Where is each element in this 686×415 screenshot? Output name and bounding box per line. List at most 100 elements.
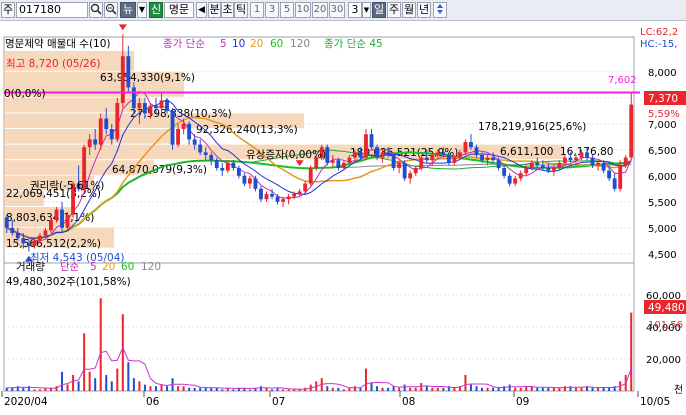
x-axis-label: 06 (146, 396, 160, 408)
candle-body (159, 100, 164, 109)
volume-bar (83, 333, 86, 391)
x-axis-label: 09 (516, 396, 529, 408)
candle-body (446, 155, 451, 163)
candle-body (474, 147, 479, 155)
volume-bar (563, 386, 566, 391)
candle-body (303, 183, 308, 192)
stock-code-input[interactable]: 017180 (16, 2, 88, 18)
volume-bar (287, 389, 290, 391)
current-price-label: 7,602 (608, 75, 637, 86)
magnifier-icon[interactable] (104, 2, 118, 18)
candle-body (203, 152, 208, 155)
current-price-value: 7,370 (648, 93, 678, 105)
rights-annotation: 권리락(-5,61%) (30, 180, 104, 192)
news-button[interactable]: 뉴 (120, 2, 136, 18)
interval-3-button[interactable]: 3 (265, 2, 279, 18)
candle-body (120, 56, 125, 103)
candle-body (358, 152, 363, 158)
volume-bar (630, 312, 633, 391)
volume-bar (105, 375, 108, 391)
interval-30-button[interactable]: 30 (329, 2, 345, 18)
x-axis-label: 2020/04 (4, 396, 48, 408)
updown-arrow-icon[interactable] (433, 2, 447, 18)
candle-body (137, 103, 142, 109)
volume-bar (221, 389, 224, 391)
candle-body (540, 165, 545, 168)
volume-legend-ma-label: 단순 (60, 261, 80, 273)
period-day-button[interactable]: 일 (372, 2, 386, 18)
stock-chart[interactable]: 63,954,330(9,1%)27,598,838(10,3%)92,326,… (0, 21, 686, 412)
volume-bar (193, 387, 196, 391)
volume-bar (182, 386, 185, 391)
interval-10-button[interactable]: 10 (295, 2, 311, 18)
chart-toolbar: 주 017180 뉴 ▼ 신 명문 ◀ 분 초 틱 1 3 5 10 20 30… (0, 0, 686, 21)
volume-bar (353, 386, 356, 391)
volume-bar (61, 371, 64, 391)
volume-bar (436, 387, 439, 391)
candle-body (87, 139, 92, 148)
news-dropdown-icon[interactable]: ▼ (137, 2, 147, 18)
candle-body (491, 157, 496, 161)
volume-bar (420, 383, 423, 391)
search-icon[interactable] (89, 2, 103, 18)
candle-body (607, 170, 612, 179)
volume-bar (376, 386, 379, 391)
period-tick-button[interactable]: 틱 (234, 2, 248, 18)
candle-body (98, 118, 103, 145)
candle-body (402, 162, 407, 179)
price-tick-label: 6,500 (648, 146, 677, 157)
volume-bar (425, 386, 428, 391)
candle-body (386, 152, 391, 155)
candle-body (457, 152, 462, 158)
volume-bar (88, 371, 91, 391)
period-second-button[interactable]: 초 (221, 2, 234, 18)
volume-bar (541, 387, 544, 391)
back-arrow-icon[interactable]: ◀ (196, 2, 207, 18)
candle-body (209, 155, 214, 161)
candle-body (518, 173, 523, 179)
volume-profile-label: 6,611,100 (500, 146, 553, 158)
volume-bar (138, 381, 141, 391)
candle-body (546, 168, 551, 171)
period-month-button[interactable]: 월 (402, 2, 416, 18)
volume-bar (580, 387, 583, 391)
interval-select[interactable]: 3 (348, 2, 362, 18)
interval-5-button[interactable]: 5 (280, 2, 294, 18)
volume-bar (154, 386, 157, 391)
candle-body (513, 178, 518, 184)
period-week-button[interactable]: 주 (387, 2, 401, 18)
vol-ma5-legend: 5 (90, 261, 97, 273)
price-tick-label: 7,000 (648, 120, 677, 131)
volume-bar (370, 383, 373, 391)
candle-body (629, 104, 634, 158)
candle-body (347, 157, 352, 163)
volume-unit-label: 천 (674, 384, 683, 396)
interval-20-button[interactable]: 20 (312, 2, 328, 18)
volume-bar (160, 384, 163, 391)
candle-body (352, 152, 357, 158)
volume-bar (116, 368, 119, 391)
interval-dropdown-icon[interactable]: ▼ (362, 2, 371, 18)
interval-1-button[interactable]: 1 (250, 2, 264, 18)
volume-bar (132, 378, 135, 391)
period-minute-button[interactable]: 분 (208, 2, 221, 18)
volume-bar (574, 387, 577, 391)
ma10-legend: 10 (232, 38, 245, 50)
candle-body (259, 188, 263, 200)
volume-bar (469, 384, 472, 391)
chart-area[interactable]: 63,954,330(9,1%) 27,598,838(10,3%) 92,326,… (0, 21, 686, 412)
volume-bar (414, 387, 417, 391)
ma60-legend: 60 (270, 38, 283, 50)
volume-bar (486, 387, 489, 391)
period-year-button[interactable]: 년 (417, 2, 431, 18)
price-tick-label: 4,500 (648, 250, 677, 261)
volume-bar (508, 384, 511, 391)
candle-body (496, 160, 501, 168)
volume-bar (337, 387, 340, 391)
volume-bar (298, 389, 301, 391)
candle-body (165, 100, 169, 111)
type-selector[interactable]: 주 (1, 2, 15, 18)
candle-body (535, 162, 540, 166)
volume-bar (591, 387, 594, 391)
hc-label: HC:-15, (640, 39, 677, 50)
